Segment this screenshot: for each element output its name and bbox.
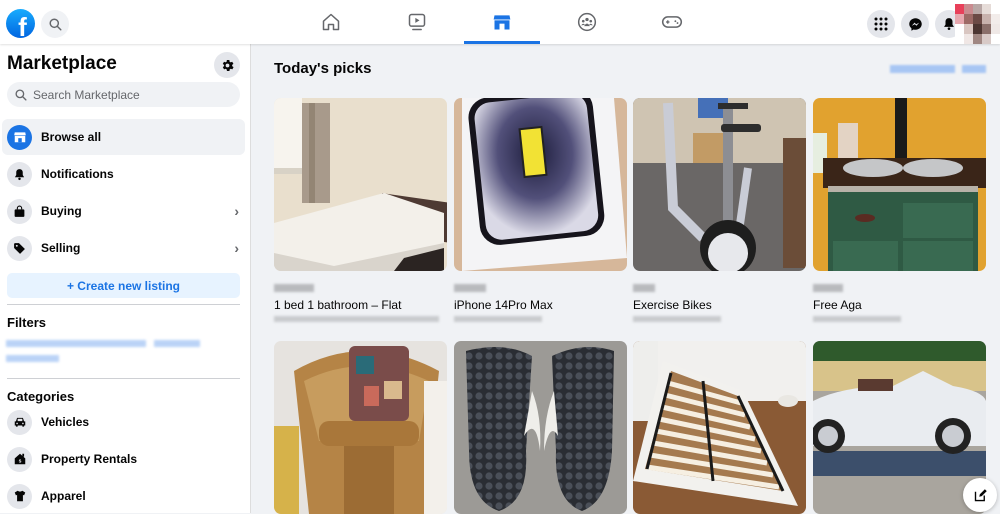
listing-photo-exercise-bike — [633, 98, 806, 271]
listing-photo-bed — [274, 98, 447, 271]
todays-picks-heading: Today's picks — [274, 60, 372, 77]
sidebar-item-selling[interactable]: Selling › — [2, 230, 245, 266]
listing-photo-convertible-car — [813, 341, 986, 514]
notifications-bell-icon — [944, 18, 954, 31]
sidebar-item-buying[interactable]: Buying › — [2, 193, 245, 229]
listing-card[interactable] — [813, 341, 986, 514]
listing-card[interactable] — [454, 341, 627, 514]
shirt-icon — [7, 483, 32, 509]
listing-card[interactable] — [454, 98, 627, 271]
listing-price — [454, 284, 486, 292]
listing-location — [454, 316, 542, 322]
marketplace-store-icon — [493, 15, 511, 30]
search-icon — [15, 88, 27, 101]
settings-button[interactable] — [214, 52, 240, 78]
sidebar-item-label: Selling — [41, 241, 81, 255]
listing-card[interactable] — [633, 98, 806, 271]
listing-title[interactable]: 1 bed 1 bathroom – Flat — [274, 298, 401, 312]
store-icon — [7, 124, 32, 150]
compose-edit-icon — [974, 488, 987, 501]
filter-extra-link[interactable] — [6, 355, 59, 362]
compose-message-button[interactable] — [963, 478, 997, 512]
video-icon — [408, 13, 426, 31]
listing-photo-wicker-chair — [274, 341, 447, 514]
sidebar-title: Marketplace — [7, 53, 117, 74]
category-label: Property Rentals — [41, 452, 138, 466]
divider — [7, 378, 240, 379]
listing-title[interactable]: iPhone 14Pro Max — [454, 298, 553, 312]
listing-card[interactable] — [633, 341, 806, 514]
listing-photo-shoe-soles — [454, 341, 627, 514]
groups-icon — [577, 12, 597, 32]
create-new-listing-button[interactable]: + Create new listing — [7, 273, 240, 298]
sidebar-item-browse-all[interactable]: Browse all — [2, 119, 245, 155]
marketplace-search[interactable] — [7, 82, 240, 107]
listing-card[interactable] — [813, 98, 986, 271]
divider — [7, 304, 240, 305]
listing-price — [813, 284, 843, 292]
location-link[interactable] — [890, 65, 955, 73]
search-icon — [48, 17, 62, 31]
listing-title[interactable]: Exercise Bikes — [633, 298, 712, 312]
svg-text:$: $ — [18, 459, 21, 464]
tab-gaming[interactable] — [634, 0, 710, 44]
messenger-icon — [908, 17, 922, 31]
radius-link[interactable] — [962, 65, 986, 73]
listing-price — [633, 284, 655, 292]
tab-home[interactable] — [293, 0, 369, 44]
listing-card[interactable] — [274, 341, 447, 514]
listing-location — [633, 316, 721, 322]
category-property-rentals[interactable]: $ Property Rentals — [2, 441, 245, 477]
gear-icon — [222, 59, 234, 71]
listing-photo-aga-cooker — [813, 98, 986, 271]
search-marketplace-input[interactable] — [33, 87, 223, 102]
top-navigation-bar: f — [0, 0, 1000, 44]
gaming-controller-icon — [661, 16, 683, 28]
menu-button[interactable] — [867, 10, 895, 38]
category-vehicles[interactable]: Vehicles — [2, 404, 245, 440]
listing-photo-iphone-box — [454, 98, 627, 271]
tab-marketplace[interactable] — [464, 0, 540, 44]
sidebar-item-label: Buying — [41, 204, 82, 218]
tab-watch[interactable] — [379, 0, 455, 44]
listing-location — [274, 316, 439, 322]
filter-radius-link[interactable] — [154, 340, 200, 347]
sidebar-item-label: Notifications — [41, 167, 114, 181]
chevron-right-icon: › — [234, 240, 239, 256]
chevron-right-icon: › — [234, 203, 239, 219]
shopping-bag-icon — [7, 198, 32, 224]
listing-card[interactable] — [274, 98, 447, 271]
house-icon: $ — [7, 446, 32, 472]
search-button[interactable] — [41, 10, 69, 38]
category-label: Vehicles — [41, 415, 90, 429]
bell-icon — [7, 161, 32, 187]
listing-location — [813, 316, 901, 322]
messenger-button[interactable] — [901, 10, 929, 38]
categories-heading: Categories — [7, 389, 75, 404]
car-icon — [7, 409, 32, 435]
listing-price — [274, 284, 314, 292]
sidebar-item-notifications[interactable]: Notifications — [2, 156, 245, 192]
menu-grid-icon — [874, 17, 888, 31]
sidebar-item-label: Browse all — [41, 130, 102, 144]
tag-icon — [7, 235, 32, 261]
home-icon — [322, 13, 340, 31]
category-apparel[interactable]: Apparel — [2, 478, 245, 514]
filter-location-link[interactable] — [6, 340, 146, 347]
tab-groups[interactable] — [549, 0, 625, 44]
profile-avatar[interactable] — [955, 4, 1000, 44]
listing-photo-bed-frame — [633, 341, 806, 514]
filters-heading: Filters — [7, 315, 47, 330]
category-label: Apparel — [41, 489, 86, 503]
facebook-logo[interactable]: f — [6, 9, 35, 38]
listing-title[interactable]: Free Aga — [813, 298, 862, 312]
